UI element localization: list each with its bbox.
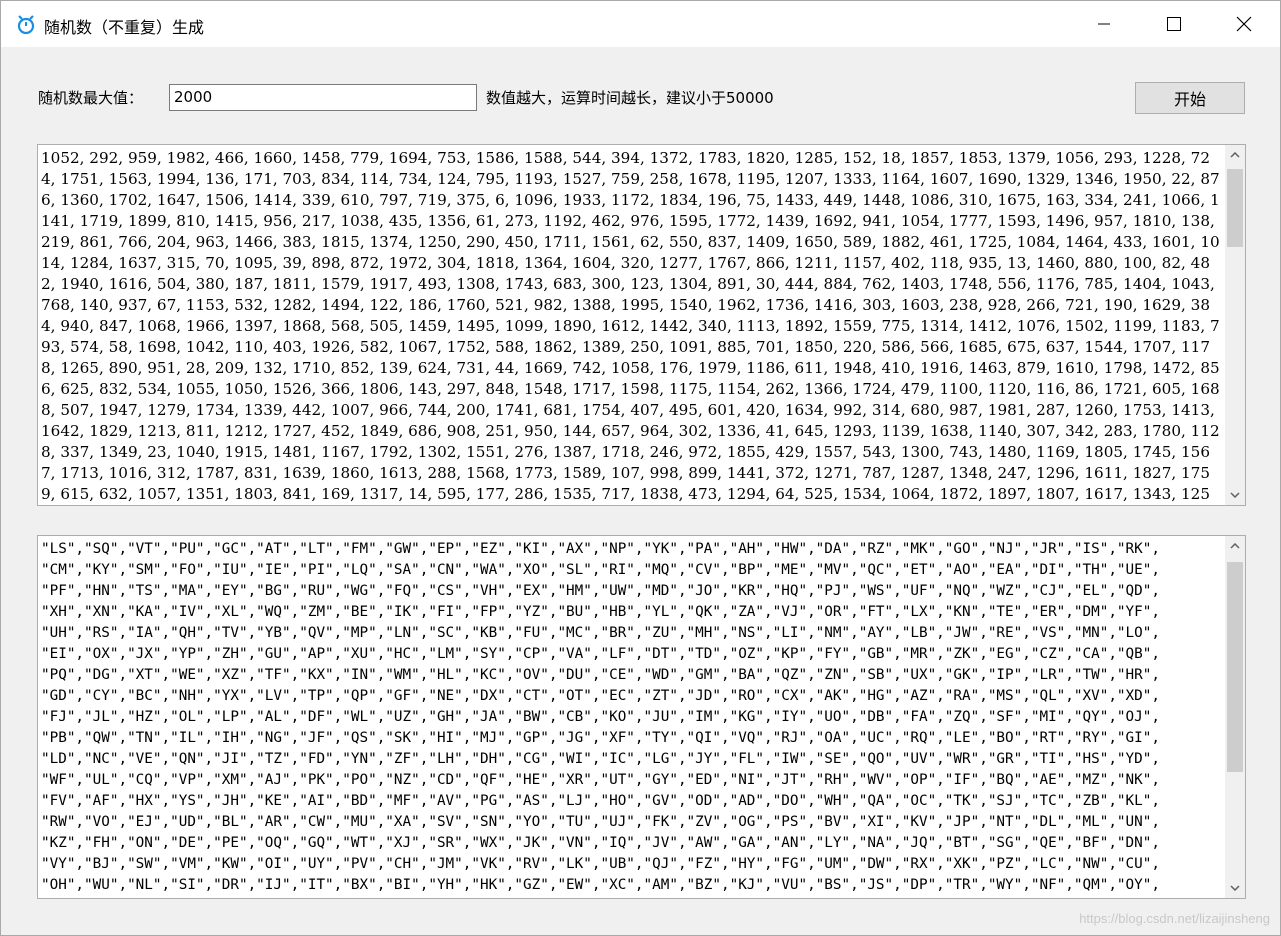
scroll-down-icon[interactable]	[1225, 878, 1245, 898]
title-bar[interactable]: 随机数（不重复）生成	[1, 1, 1280, 47]
max-value-hint: 数值越大，运算时间越长，建议小于50000	[486, 89, 774, 107]
letters-scroll-thumb[interactable]	[1227, 562, 1243, 772]
close-button[interactable]	[1221, 1, 1267, 47]
minimize-icon	[1097, 17, 1111, 31]
letters-output-textbox[interactable]: "LS","SQ","VT","PU","GC","AT","LT","FM",…	[37, 535, 1246, 899]
numbers-output-text: 1052, 292, 959, 1982, 466, 1660, 1458, 7…	[41, 149, 1220, 503]
start-button[interactable]: 开始	[1135, 82, 1245, 114]
close-icon	[1236, 16, 1252, 32]
letters-output-text: "LS","SQ","VT","PU","GC","AT","LT","FM",…	[41, 541, 1160, 893]
watermark-text: https://blog.csdn.net/lizaijinsheng	[1079, 911, 1270, 926]
window-title: 随机数（不重复）生成	[44, 18, 205, 37]
maximize-button[interactable]	[1151, 1, 1197, 47]
numbers-output-textbox[interactable]: 1052, 292, 959, 1982, 466, 1660, 1458, 7…	[37, 144, 1246, 506]
maximize-icon	[1167, 17, 1181, 31]
scroll-up-icon[interactable]	[1225, 536, 1245, 556]
scroll-down-icon[interactable]	[1225, 485, 1245, 505]
letters-scrollbar[interactable]	[1225, 536, 1245, 898]
numbers-scrollbar[interactable]	[1225, 145, 1245, 505]
max-value-label: 随机数最大值：	[38, 89, 144, 107]
scroll-up-icon[interactable]	[1225, 145, 1245, 165]
app-window: 随机数（不重复）生成 随机数最大值： 2000 数值越大，运算时间越长，建议小于…	[0, 0, 1281, 936]
max-value-input[interactable]: 2000	[169, 84, 477, 111]
stopwatch-icon	[15, 13, 37, 35]
minimize-button[interactable]	[1081, 1, 1127, 47]
numbers-scroll-thumb[interactable]	[1227, 169, 1243, 247]
